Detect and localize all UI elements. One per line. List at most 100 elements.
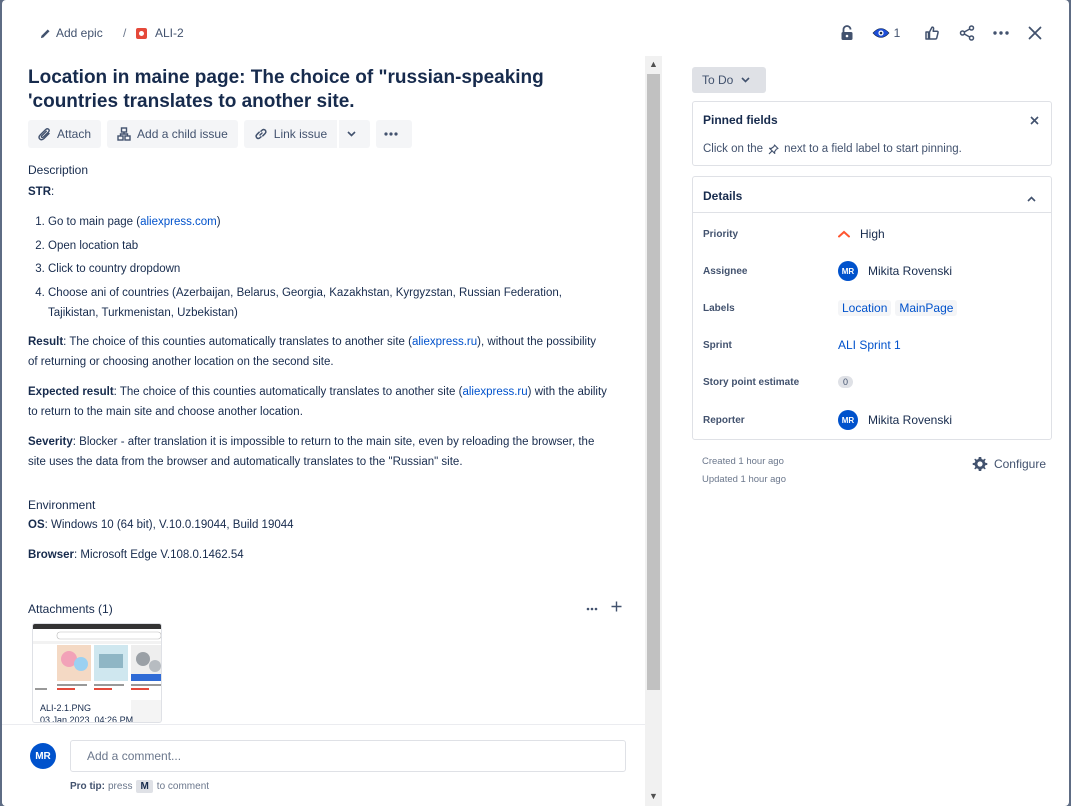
- attachment-date: 03 Jan 2023, 04:26 PM: [40, 715, 134, 723]
- link-issue-dropdown[interactable]: [338, 120, 371, 148]
- vote-button[interactable]: [921, 20, 943, 46]
- story-point-label: Story point estimate: [703, 376, 800, 388]
- more-icon: [384, 132, 398, 136]
- child-issue-icon: [117, 127, 131, 141]
- issue-key-link[interactable]: ALI-2: [136, 26, 184, 40]
- status-label: To Do: [702, 73, 734, 87]
- reporter-value: Mikita Rovenski: [868, 413, 953, 427]
- scroll-down-arrow[interactable]: ▼: [648, 791, 659, 802]
- chevron-down-icon: [741, 77, 750, 83]
- str-steps-list: Go to main page (aliexpress.com) Open lo…: [28, 212, 608, 326]
- issue-header: Add epic / ALI-2 1: [2, 0, 1069, 64]
- add-epic-label: Add epic: [56, 26, 103, 40]
- issue-main-panel: Location in maine page: The choice of "r…: [2, 56, 662, 806]
- aliexpress-com-link[interactable]: aliexpress.com: [140, 216, 217, 228]
- pinned-fields-hint: Click on the next to a field label to st…: [703, 143, 962, 155]
- add-child-issue-label: Add a child issue: [137, 127, 228, 141]
- collapse-details-button[interactable]: [1027, 191, 1036, 205]
- details-panel: Details Priority High Assignee MR Mikita…: [692, 176, 1052, 440]
- reporter-field[interactable]: Reporter MR Mikita Rovenski: [703, 408, 1043, 432]
- close-button[interactable]: [1024, 20, 1046, 46]
- attachment-thumbnail[interactable]: ALI-2.1.PNG 03 Jan 2023, 04:26 PM: [32, 623, 162, 723]
- updated-timestamp: Updated 1 hour ago: [702, 474, 786, 485]
- priority-high-icon: [838, 230, 850, 238]
- reporter-label: Reporter: [703, 414, 745, 426]
- comment-section: MR Add a comment... Pro tip: press Mto com…: [2, 724, 645, 806]
- list-item: Choose ani of countries (Azerbaijan, Bel…: [48, 283, 608, 323]
- issue-title[interactable]: Location in maine page: The choice of "r…: [28, 66, 628, 114]
- aliexpress-ru-link[interactable]: aliexpress.ru: [462, 386, 527, 398]
- attachments-header: Attachments (1): [28, 600, 624, 616]
- environment-heading: Environment: [28, 498, 96, 512]
- sprint-link[interactable]: ALI Sprint 1: [838, 338, 901, 352]
- labels-field[interactable]: Labels Location MainPage: [703, 296, 1043, 320]
- eye-icon: [872, 28, 890, 38]
- close-icon: [1028, 26, 1042, 40]
- pro-tip: Pro tip: press Mto comment: [70, 780, 210, 793]
- os-line: OS: Windows 10 (64 bit), V.10.0.19044, B…: [28, 519, 294, 531]
- main-scrollbar[interactable]: ▲ ▼: [645, 56, 662, 806]
- more-icon: [586, 607, 598, 611]
- description-heading: Description: [28, 163, 89, 177]
- priority-field[interactable]: Priority High: [703, 222, 1043, 246]
- result-paragraph: Result: The choice of this counties auto…: [28, 336, 597, 368]
- thumbs-up-icon: [925, 26, 939, 40]
- add-attachment-button[interactable]: [611, 601, 622, 615]
- add-child-issue-button[interactable]: Add a child issue: [107, 120, 238, 148]
- chevron-up-icon: [1027, 196, 1036, 202]
- restrictions-button[interactable]: [837, 20, 857, 46]
- more-icon: [993, 31, 1009, 35]
- issue-key: ALI-2: [155, 26, 184, 40]
- attachments-heading: Attachments (1): [28, 602, 113, 616]
- pencil-icon: [40, 28, 50, 38]
- list-item: Go to main page (aliexpress.com): [48, 212, 608, 232]
- labels-label: Labels: [703, 302, 735, 314]
- priority-label: Priority: [703, 228, 739, 240]
- created-timestamp: Created 1 hour ago: [702, 456, 784, 467]
- attachments-more-button[interactable]: [586, 600, 598, 614]
- plus-icon: [611, 601, 622, 612]
- severity-paragraph: Severity: Blocker - after translation it…: [28, 436, 595, 468]
- assignee-field[interactable]: Assignee MR Mikita Rovenski: [703, 259, 1043, 283]
- assignee-value: Mikita Rovenski: [868, 264, 953, 278]
- list-item: Click to country dropdown: [48, 259, 608, 279]
- label-chip[interactable]: Location: [838, 300, 892, 316]
- add-epic-button[interactable]: Add epic: [40, 26, 103, 40]
- link-issue-button[interactable]: Link issue: [243, 120, 338, 148]
- close-pinned-button[interactable]: [1030, 114, 1039, 128]
- lock-icon: [841, 25, 853, 40]
- shortcut-key: M: [136, 780, 153, 793]
- configure-button[interactable]: Configure: [972, 456, 1046, 472]
- status-dropdown[interactable]: To Do: [692, 67, 766, 93]
- sprint-field[interactable]: Sprint ALI Sprint 1: [703, 333, 1043, 357]
- chevron-down-icon: [347, 131, 356, 137]
- share-icon: [959, 25, 975, 41]
- str-heading: STR:: [28, 186, 55, 198]
- pin-icon: [768, 143, 779, 154]
- close-icon: [1030, 116, 1039, 125]
- details-header[interactable]: Details: [693, 177, 1051, 213]
- issue-modal: Add epic / ALI-2 1 Location in maine pag…: [2, 0, 1069, 806]
- list-item: Open location tab: [48, 236, 608, 256]
- pinned-fields-panel: Pinned fields Click on the next to a fie…: [692, 101, 1052, 166]
- share-button[interactable]: [956, 20, 978, 46]
- label-chip[interactable]: MainPage: [895, 300, 958, 316]
- aliexpress-ru-link[interactable]: aliexpress.ru: [412, 336, 477, 348]
- more-issue-actions-button[interactable]: [376, 120, 413, 148]
- story-point-value: 0: [838, 376, 854, 388]
- bug-icon: [136, 27, 147, 39]
- attach-label: Attach: [57, 127, 92, 141]
- more-actions-button[interactable]: [990, 20, 1012, 46]
- configure-label: Configure: [993, 457, 1046, 471]
- scroll-up-arrow[interactable]: ▲: [648, 59, 659, 70]
- watch-button[interactable]: 1: [869, 20, 903, 46]
- attachment-info: ALI-2.1.PNG 03 Jan 2023, 04:26 PM: [40, 702, 134, 723]
- comment-input[interactable]: Add a comment...: [70, 740, 626, 772]
- story-point-field[interactable]: Story point estimate 0: [703, 370, 1043, 394]
- comment-placeholder: Add a comment...: [87, 749, 182, 763]
- breadcrumb-separator: /: [123, 26, 127, 40]
- scroll-thumb[interactable]: [647, 74, 660, 690]
- attach-button[interactable]: Attach: [28, 120, 102, 148]
- avatar: MR: [30, 743, 56, 769]
- assignee-label: Assignee: [703, 265, 748, 277]
